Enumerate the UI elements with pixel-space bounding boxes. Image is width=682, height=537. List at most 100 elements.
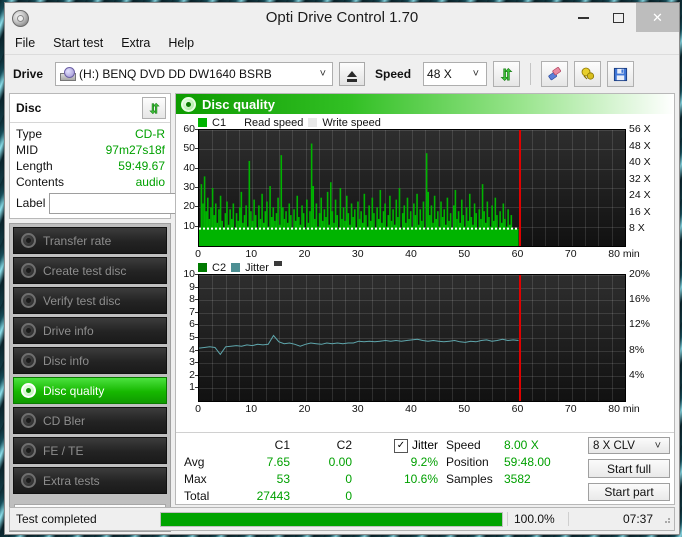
- disc-info-box: Disc Type CD-R MID 97m27s18f Length 59:4…: [9, 93, 261, 219]
- stats-table: C1 C2 ✓ Jitter Avg 7.65 0.00 9.2% Max 53…: [184, 437, 438, 503]
- x-axis-tick-label: 80 min: [608, 403, 640, 415]
- disc-test-icon: [21, 293, 36, 308]
- disc-row-contents: Contents audio: [16, 174, 165, 190]
- sidebar-item-disc-quality[interactable]: Disc quality: [13, 377, 167, 404]
- right-pane: Disc quality C1 Read speed Write speed 1…: [175, 93, 675, 505]
- x-axis-tick-label: 10: [245, 248, 258, 260]
- stats-panel: C1 C2 ✓ Jitter Avg 7.65 0.00 9.2% Max 53…: [176, 432, 674, 504]
- sidebar-item-label: FE / TE: [43, 443, 84, 458]
- sidebar-item-fe-te[interactable]: FE / TE: [13, 437, 167, 464]
- disc-row-value: CD-R: [135, 127, 165, 141]
- legend-label-c2: C2: [212, 261, 227, 274]
- disc-test-icon: [21, 353, 36, 368]
- refresh-button[interactable]: [493, 61, 521, 87]
- status-message: Test completed: [16, 512, 97, 526]
- eraser-icon: [547, 67, 561, 81]
- stats-speed-value: 8.00 X: [504, 438, 539, 452]
- resize-grip-icon[interactable]: [659, 513, 671, 525]
- sidebar-item-label: Create test disc: [43, 263, 127, 278]
- stats-position-value: 59:48.00: [504, 455, 551, 469]
- stats-max-c1: 53: [276, 472, 290, 486]
- chevron-down-icon: ˅: [654, 439, 661, 452]
- drive-icon: [60, 67, 77, 81]
- sidebar-item-drive-info[interactable]: Drive info: [13, 317, 167, 344]
- legend-swatch-jitter: [231, 263, 241, 272]
- jitter-checkbox[interactable]: ✓: [393, 438, 408, 453]
- close-button[interactable]: ✕: [636, 3, 679, 32]
- write-speed-value: 8 X CLV: [593, 439, 635, 452]
- position-marker-line: [518, 275, 521, 401]
- disc-row-key: Type: [16, 127, 43, 141]
- drive-label: Drive: [13, 67, 44, 81]
- sidebar-item-cd-bler[interactable]: CD Bler: [13, 407, 167, 434]
- sidebar-item-create-test-disc[interactable]: Create test disc: [13, 257, 167, 284]
- drive-select[interactable]: (H:) BENQ DVD DD DW1640 BSRB ˅: [55, 62, 334, 86]
- disc-test-icon: [21, 443, 36, 458]
- disc-refresh-button[interactable]: [142, 97, 166, 119]
- stats-row-label: Total: [184, 489, 210, 503]
- sidebar-item-label: Disc quality: [43, 383, 105, 398]
- start-full-button[interactable]: Start full: [588, 459, 670, 478]
- x-axis-tick-label: 60: [511, 248, 524, 260]
- y-axis-tick-label: 20: [183, 200, 195, 213]
- menu-item-start-test[interactable]: Start test: [53, 36, 103, 50]
- stats-total-c1: 27443: [256, 489, 290, 503]
- stats-spacer: [352, 454, 376, 471]
- disc-row-key: Length: [16, 159, 53, 173]
- sidebar-item-verify-test-disc[interactable]: Verify test disc: [13, 287, 167, 314]
- app-disc-icon: [11, 9, 29, 27]
- sidebar-item-label: Drive info: [43, 323, 94, 338]
- x-axis-tick-label: 70: [564, 248, 577, 260]
- legend-label-jitter: Jitter: [245, 261, 269, 274]
- sidebar-item-label: CD Bler: [43, 413, 86, 428]
- toolbar: Drive (H:) BENQ DVD DD DW1640 BSRB ˅ Spe…: [5, 55, 679, 93]
- start-part-button[interactable]: Start part: [588, 482, 670, 502]
- legend-swatch-extra: [273, 261, 282, 266]
- x-axis-tick-label: 80 min: [608, 248, 640, 260]
- y2-axis-tick-label: 56 X: [629, 123, 651, 135]
- c1-plot[interactable]: [198, 129, 626, 247]
- y2-axis-tick-label: 24 X: [629, 189, 651, 202]
- y-axis-tick-label: 50: [183, 142, 195, 155]
- c1-legend: C1 Read speed Write speed: [176, 116, 674, 129]
- maximize-button[interactable]: [601, 3, 636, 32]
- erase-button[interactable]: [541, 61, 569, 87]
- disc-info-rows: Type CD-R MID 97m27s18f Length 59:49.67 …: [10, 123, 261, 218]
- y-axis-tick-label: 30: [183, 181, 195, 193]
- x-axis-tick-label: 50: [458, 403, 471, 415]
- y2-axis-tick-label: 16 X: [629, 205, 651, 218]
- stats-row-label: Avg: [184, 455, 205, 469]
- stats-max-jitter: 10.6%: [403, 472, 438, 486]
- menu-item-extra[interactable]: Extra: [121, 36, 150, 50]
- save-icon: [613, 67, 628, 81]
- disc-quality-icon: [181, 96, 196, 112]
- c2-plot[interactable]: [198, 274, 626, 402]
- disc-row-length: Length 59:49.67: [16, 158, 165, 174]
- eject-button[interactable]: [339, 62, 366, 86]
- chevron-down-icon: ˅: [319, 68, 327, 80]
- stats-avg-jitter: 9.2%: [410, 455, 438, 469]
- sidebar-item-label: Disc info: [43, 353, 90, 368]
- sidebar-item-disc-info[interactable]: Disc info: [13, 347, 167, 374]
- speed-select[interactable]: 48 X ˅: [423, 62, 488, 86]
- disc-test-icon: [21, 323, 36, 338]
- toolbar-separator: [530, 63, 532, 85]
- save-button[interactable]: [607, 61, 635, 87]
- c1-chart-block: C1 Read speed Write speed 10 20 30 40 50 60 8 …: [176, 116, 674, 261]
- minimize-button[interactable]: [566, 3, 601, 32]
- sidebar-item-transfer-rate[interactable]: Transfer rate: [13, 227, 167, 254]
- legend-swatch-c1: [198, 118, 207, 127]
- jitter-label: Jitter: [411, 438, 438, 452]
- menu-item-help[interactable]: Help: [168, 36, 194, 50]
- stats-header-c2: C2: [336, 438, 352, 452]
- legend-label-c1: C1: [212, 116, 227, 129]
- disc-row-value: audio: [135, 175, 165, 189]
- sidebar-item-extra-tests[interactable]: Extra tests: [13, 467, 167, 494]
- write-speed-select[interactable]: 8 X CLV ˅: [588, 437, 670, 455]
- stats-header-c1: C1: [274, 438, 290, 452]
- refresh-icon: [148, 102, 160, 114]
- x-axis-tick-label: 50: [458, 248, 471, 260]
- stats-avg-c2: 0.00: [328, 455, 352, 469]
- bulb-button[interactable]: [574, 61, 602, 87]
- menu-item-file[interactable]: File: [15, 36, 35, 50]
